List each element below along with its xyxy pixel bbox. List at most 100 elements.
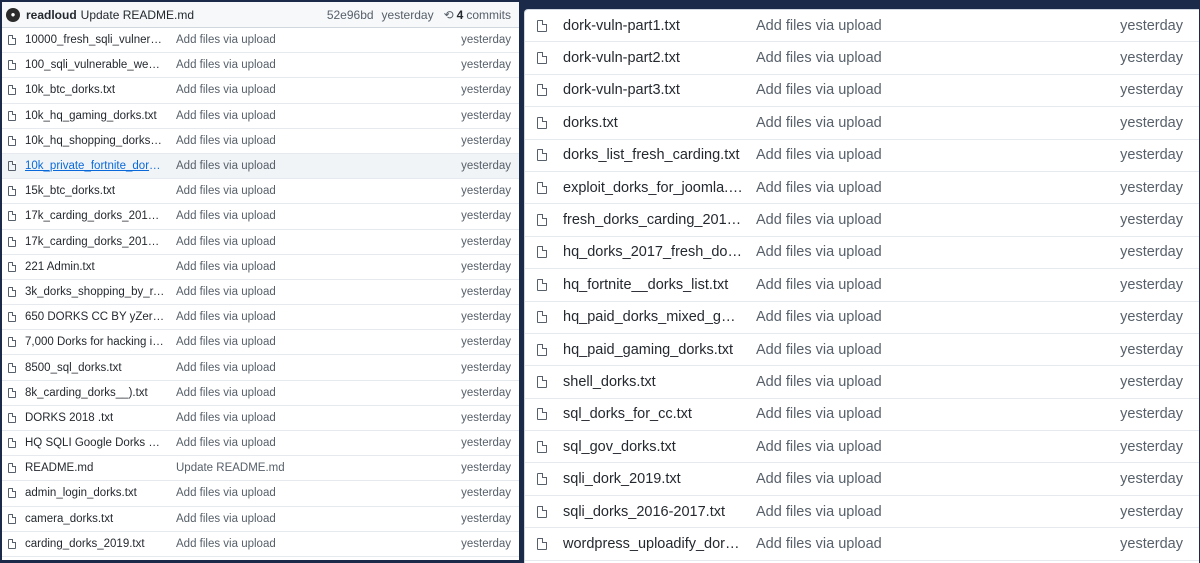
commit-message-link[interactable]: Add files via upload: [756, 277, 882, 293]
file-name-link[interactable]: hq_fortnite__dorks_list.txt: [563, 277, 743, 293]
author-avatar[interactable]: ●: [6, 7, 20, 22]
file-name-link[interactable]: sql_dorks_for_cc.txt: [563, 406, 743, 422]
file-name-link[interactable]: hq_dorks_2017_fresh_dorks.txt: [563, 244, 743, 260]
file-row[interactable]: exploit_dorks_for_joomla.txt Add files vi…: [525, 172, 1199, 205]
file-row[interactable]: HQ SQLI Google Dorks For.txt Add files vi…: [2, 431, 519, 457]
file-row[interactable]: 10k_hq_gaming_dorks.txt Add files via upl…: [2, 104, 519, 129]
commit-message-link[interactable]: Add files via upload: [756, 212, 882, 228]
file-name-link[interactable]: shell_dorks.txt: [563, 374, 743, 390]
file-name-link[interactable]: 10k_btc_dorks.txt: [25, 84, 165, 96]
file-row[interactable]: shell_dorks.txt Add files via upload yeste…: [525, 366, 1199, 399]
file-name-link[interactable]: HQ SQLI Google Dorks For.txt: [25, 437, 165, 449]
file-name-link[interactable]: 650 DORKS CC BY yZeru.txt: [25, 311, 165, 323]
commit-message-link[interactable]: Add files via upload: [756, 50, 882, 66]
file-row[interactable]: 17k_carding_dorks_2019(1).txt Add files v…: [2, 230, 519, 255]
commit-message-link[interactable]: Add files via upload: [176, 34, 356, 46]
file-name-link[interactable]: admin_login_dorks.txt: [25, 487, 165, 499]
commit-message-link[interactable]: Add files via upload: [176, 437, 356, 449]
commit-message-link[interactable]: Add files via upload: [176, 160, 356, 172]
commit-message-link[interactable]: Add files via upload: [756, 504, 882, 520]
file-row[interactable]: 8500_sql_dorks.txt Add files via upload ye…: [2, 355, 519, 381]
commit-message-link[interactable]: Add files via upload: [756, 374, 882, 390]
commit-message-link[interactable]: Add files via upload: [176, 185, 356, 197]
commit-message-link[interactable]: Add files via upload: [176, 59, 356, 71]
commit-message-link[interactable]: Add files via upload: [176, 135, 356, 147]
commit-message-link[interactable]: Add files via upload: [176, 513, 356, 525]
file-name-link[interactable]: 15k_btc_dorks.txt: [25, 185, 165, 197]
commit-author[interactable]: readloud: [26, 8, 77, 22]
file-row[interactable]: 15k_btc_dorks.txt Add files via upload yes…: [2, 179, 519, 205]
file-row[interactable]: DORKS 2018 .txt Add files via upload yeste…: [2, 406, 519, 431]
file-row[interactable]: 7,000 Dorks for hacking into.txt Add file…: [2, 330, 519, 356]
commit-message-link[interactable]: Add files via upload: [176, 538, 356, 550]
commit-message-link[interactable]: Add files via upload: [756, 471, 882, 487]
file-row[interactable]: 10k_btc_dorks.txt Add files via upload yes…: [2, 78, 519, 104]
commit-message-link[interactable]: Add files via upload: [176, 261, 356, 273]
file-row[interactable]: README.md Update README.md yesterday: [2, 456, 519, 482]
file-row[interactable]: 100_sqli_vulnerable_websites.txt Add file…: [2, 53, 519, 79]
file-name-link[interactable]: dorks_list_fresh_carding.txt: [563, 147, 743, 163]
file-name-link[interactable]: 221 Admin.txt: [25, 261, 165, 273]
commit-message-link[interactable]: Add files via upload: [176, 110, 356, 122]
file-name-link[interactable]: 17k_carding_dorks_2019.txt: [25, 210, 165, 222]
file-name-link[interactable]: hq_paid_dorks_mixed_gaming.txt: [563, 309, 743, 325]
file-row[interactable]: 10000_fresh_sqli_vulnerable_websites.txt…: [2, 28, 519, 54]
file-row[interactable]: carding_dorks_2019.txt Add files via uplo…: [2, 532, 519, 557]
file-row[interactable]: hq_fortnite__dorks_list.txt Add files via…: [525, 269, 1199, 302]
file-row[interactable]: 10k_private_fortnite_dorks.txt Add files …: [2, 153, 519, 180]
file-row[interactable]: dork-vuln-part3.txt Add files via upload y…: [525, 75, 1199, 108]
file-name-link[interactable]: sqli_dork_2019.txt: [563, 471, 743, 487]
file-row[interactable]: sqli_dorks_2016-2017.txt Add files via up…: [525, 496, 1199, 529]
file-name-link[interactable]: hq_paid_gaming_dorks.txt: [563, 342, 743, 358]
file-name-link[interactable]: 17k_carding_dorks_2019(1).txt: [25, 236, 165, 248]
commit-message-link[interactable]: Add files via upload: [756, 82, 882, 98]
commit-message-link[interactable]: Add files via upload: [176, 362, 356, 374]
commit-message-link[interactable]: Add files via upload: [756, 147, 882, 163]
file-name-link[interactable]: dorks.txt: [563, 115, 743, 131]
commit-message-link[interactable]: Add files via upload: [756, 309, 882, 325]
file-name-link[interactable]: dork-vuln-part1.txt: [563, 18, 743, 34]
file-row[interactable]: sqli_dork_2019.txt Add files via upload ye…: [525, 463, 1199, 496]
file-name-link[interactable]: DORKS 2018 .txt: [25, 412, 165, 424]
file-name-link[interactable]: 100_sqli_vulnerable_websites.txt: [25, 59, 165, 71]
commit-message-link[interactable]: Add files via upload: [756, 406, 882, 422]
commit-message-link[interactable]: Add files via upload: [756, 180, 882, 196]
commit-message-link[interactable]: Add files via upload: [756, 342, 882, 358]
file-row[interactable]: sql_gov_dorks.txt Add files via upload yes…: [525, 431, 1199, 464]
commit-message-link[interactable]: Add files via upload: [756, 115, 882, 131]
commit-count-label[interactable]: commits: [466, 8, 511, 22]
history-icon[interactable]: ⟲: [444, 8, 454, 22]
file-row[interactable]: 8k_carding_dorks__).txt Add files via upl…: [2, 381, 519, 406]
file-row[interactable]: camera_dorks.txt Add files via upload yest…: [2, 507, 519, 532]
file-row[interactable]: hq_dorks_2017_fresh_dorks.txt Add files v…: [525, 237, 1199, 270]
file-name-link[interactable]: exploit_dorks_for_joomla.txt: [563, 180, 743, 196]
file-name-link[interactable]: fresh_dorks_carding_2019.txt: [563, 212, 743, 228]
commit-message-link[interactable]: Add files via upload: [176, 412, 356, 424]
commit-message-link[interactable]: Add files via upload: [176, 487, 356, 499]
file-name-link[interactable]: 10000_fresh_sqli_vulnerable_websites.txt: [25, 34, 165, 46]
file-row[interactable]: 221 Admin.txt Add files via upload yesterd…: [2, 255, 519, 280]
commit-message-link[interactable]: Add files via upload: [176, 387, 356, 399]
commit-message-link[interactable]: Add files via upload: [756, 536, 882, 552]
commit-count[interactable]: 4: [457, 8, 464, 22]
file-name-link[interactable]: 10k_hq_shopping_dorks.txt: [25, 135, 165, 147]
file-row[interactable]: dork-vuln-part1.txt Add files via upload y…: [525, 10, 1199, 43]
file-name-link[interactable]: 10k_hq_gaming_dorks.txt: [25, 110, 165, 122]
file-row[interactable]: 17k_carding_dorks_2019.txt Add files via …: [2, 204, 519, 230]
file-row[interactable]: hq_paid_gaming_dorks.txt Add files via up…: [525, 334, 1199, 367]
commit-message-link[interactable]: Update README.md: [176, 462, 356, 474]
file-row[interactable]: dorks_list_fresh_carding.txt Add files vi…: [525, 140, 1199, 172]
file-name-link[interactable]: 3k_dorks_shopping_by_r.txt: [25, 286, 165, 298]
commit-message-link[interactable]: Add files via upload: [176, 311, 356, 323]
commit-message-link[interactable]: Add files via upload: [176, 286, 356, 298]
file-row[interactable]: 10k_hq_shopping_dorks.txt Add files via u…: [2, 129, 519, 154]
file-name-link[interactable]: 8k_carding_dorks__).txt: [25, 387, 165, 399]
file-name-link[interactable]: sqli_dorks_2016-2017.txt: [563, 504, 743, 520]
file-name-link[interactable]: README.md: [25, 462, 165, 474]
commit-message-link[interactable]: Add files via upload: [176, 236, 356, 248]
file-row[interactable]: dork-vuln-part2.txt Add files via upload y…: [525, 42, 1199, 75]
commit-hash[interactable]: 52e96bd: [327, 8, 374, 22]
file-row[interactable]: 3k_dorks_shopping_by_r.txt Add files via …: [2, 280, 519, 306]
file-row[interactable]: admin_login_dorks.txt Add files via uploa…: [2, 481, 519, 507]
file-row[interactable]: wordpress_uploadify_dorks.txt Add files v…: [525, 528, 1199, 561]
